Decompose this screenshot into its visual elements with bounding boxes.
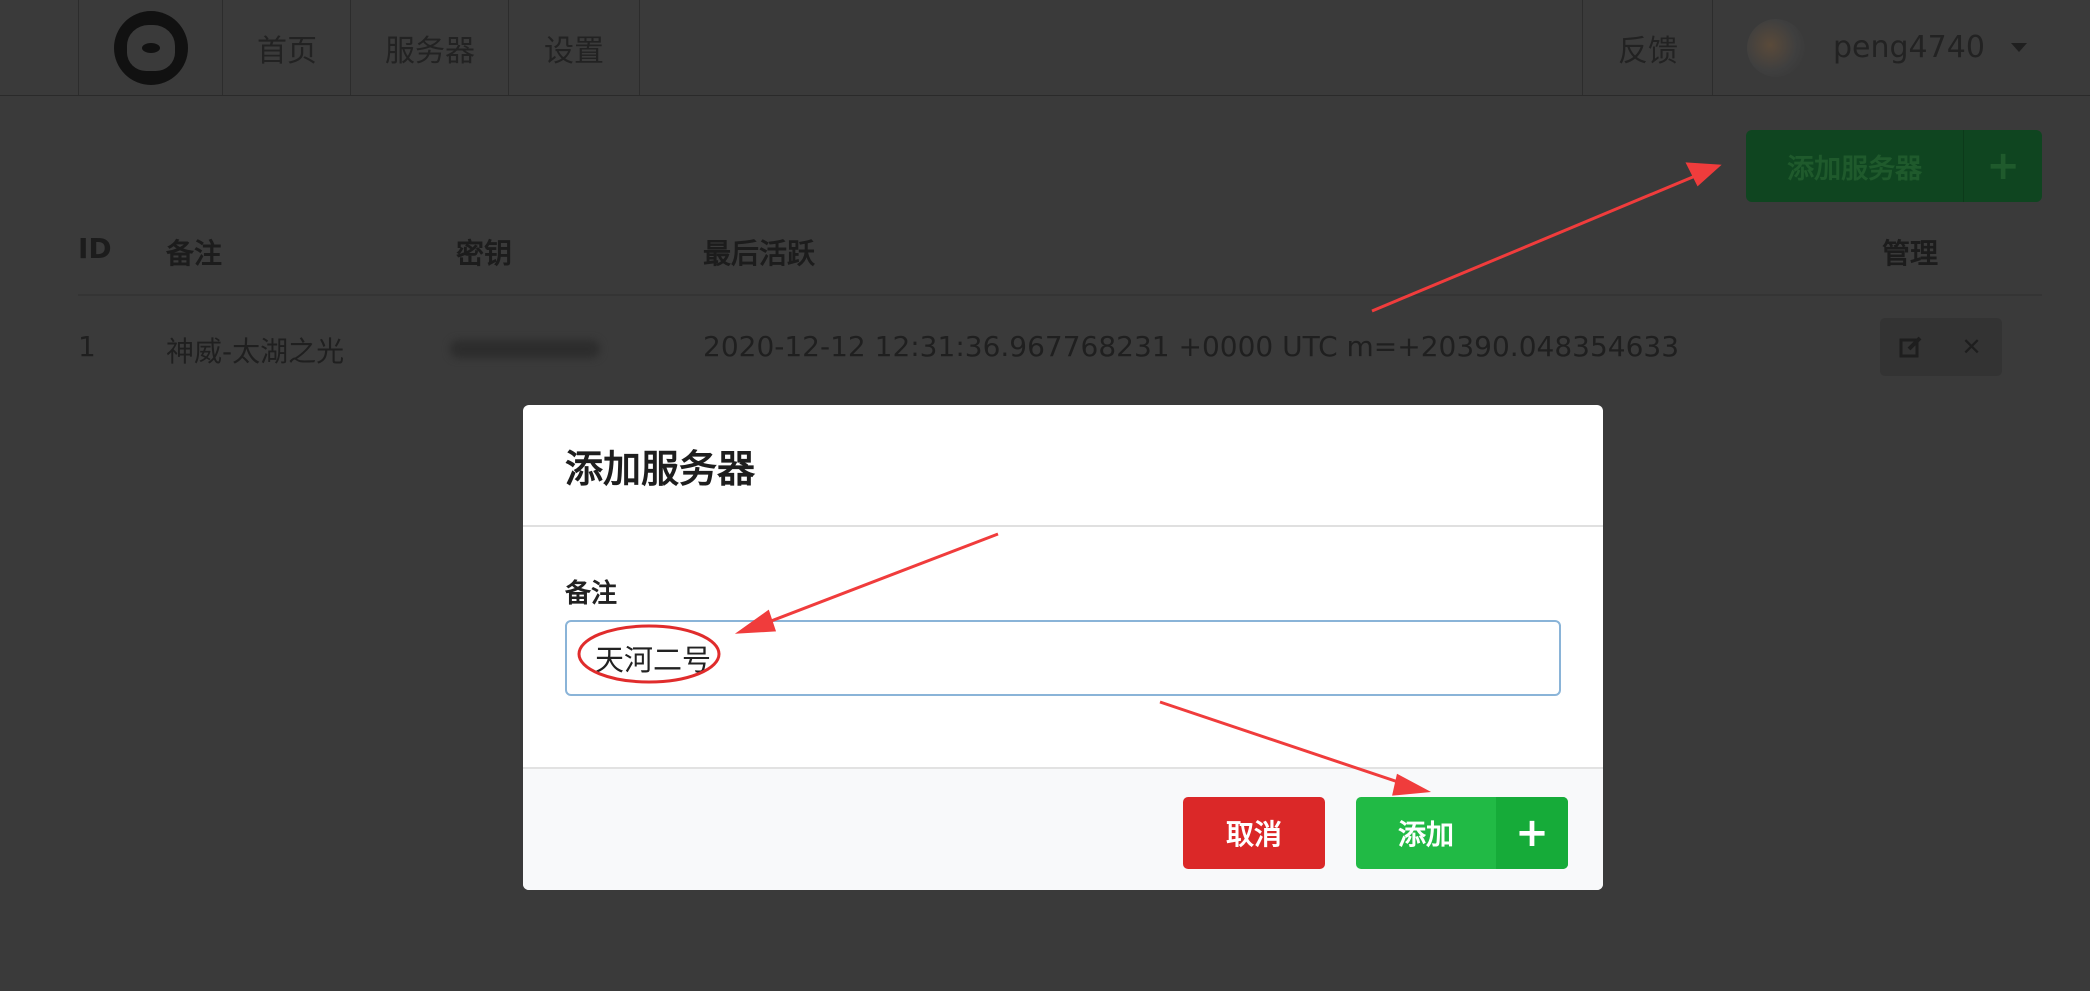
- row-last-active: 2020-12-12 12:31:36.967768231 +0000 UTC …: [703, 330, 1680, 363]
- add-server-label: 添加服务器: [1787, 153, 1923, 185]
- note-field-label: 备注: [565, 579, 618, 609]
- add-server-button[interactable]: 添加服务器 +: [1746, 130, 2042, 202]
- plus-icon: +: [1963, 130, 2042, 202]
- add-button-label: 添加: [1397, 818, 1454, 851]
- top-navbar: 首页 服务器 设置 反馈 peng4740: [0, 0, 2090, 96]
- add-server-modal: 添加服务器 备注 取消 添加 +: [523, 405, 1603, 890]
- avatar: [1747, 18, 1805, 77]
- table-divider: [78, 294, 2042, 296]
- modal-footer: 取消 添加 +: [523, 767, 1603, 890]
- row-id: 1: [78, 330, 96, 363]
- chevron-down-icon: [2010, 43, 2027, 52]
- logo-icon: [114, 10, 188, 85]
- row-key-redacted: [450, 340, 600, 358]
- column-header-note: 备注: [166, 237, 223, 270]
- note-input[interactable]: [565, 620, 1561, 696]
- logo-link[interactable]: [78, 0, 223, 95]
- nav-feedback[interactable]: 反馈: [1582, 0, 1713, 95]
- nav-home[interactable]: 首页: [222, 0, 351, 95]
- user-menu[interactable]: peng4740: [1712, 0, 2027, 95]
- column-header-key: 密钥: [456, 237, 513, 270]
- column-header-manage: 管理: [1882, 237, 1939, 270]
- row-actions: ✕: [1880, 318, 2002, 376]
- plus-icon: +: [1496, 797, 1568, 869]
- cancel-button[interactable]: 取消: [1183, 797, 1325, 869]
- nav-servers[interactable]: 服务器: [350, 0, 509, 95]
- add-button[interactable]: 添加 +: [1356, 797, 1568, 869]
- column-header-id: ID: [78, 232, 112, 265]
- close-icon[interactable]: ✕: [1941, 318, 2002, 376]
- arrow-annotation: [1371, 172, 1701, 313]
- row-note: 神威-太湖之光: [166, 335, 345, 368]
- nav-settings[interactable]: 设置: [508, 0, 640, 95]
- arrow-head: [1685, 162, 1722, 187]
- modal-body: 备注: [523, 527, 1603, 767]
- modal-header: 添加服务器: [523, 405, 1603, 527]
- column-header-last-active: 最后活跃: [703, 237, 816, 270]
- modal-title: 添加服务器: [565, 446, 756, 491]
- edit-icon[interactable]: [1880, 318, 1941, 376]
- user-name: peng4740: [1833, 30, 1985, 65]
